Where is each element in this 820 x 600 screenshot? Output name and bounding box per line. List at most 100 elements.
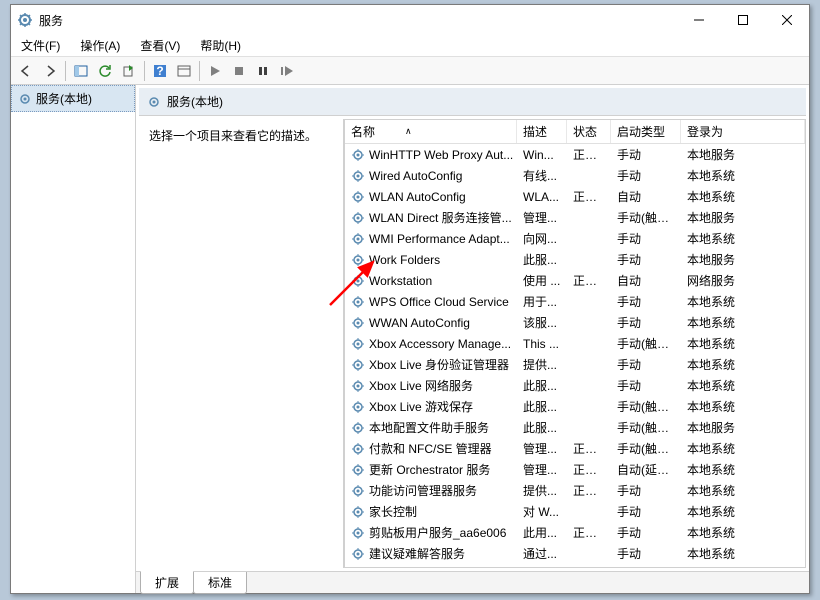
table-row[interactable]: 家长控制对 W...手动本地系统 <box>345 501 805 522</box>
app-icon <box>17 12 33 28</box>
gear-icon <box>351 421 365 435</box>
table-row[interactable]: WLAN AutoConfigWLA...正在...自动本地系统 <box>345 186 805 207</box>
table-row[interactable]: Wired AutoConfig有线...手动本地系统 <box>345 165 805 186</box>
table-row[interactable]: Xbox Live 网络服务此服...手动本地系统 <box>345 375 805 396</box>
service-name: Xbox Live 身份验证管理器 <box>369 356 509 373</box>
table-row[interactable]: 功能访问管理器服务提供...正在...手动本地系统 <box>345 480 805 501</box>
service-startup: 手动 <box>611 354 681 375</box>
toolbar: ? <box>11 57 809 85</box>
services-list: 名称∧ 描述 状态 启动类型 登录为 WinHTTP Web Proxy Aut… <box>344 119 806 568</box>
service-logon: 本地系统 <box>681 291 805 312</box>
menu-help[interactable]: 帮助(H) <box>196 35 245 56</box>
gear-icon <box>351 442 365 456</box>
service-startup: 手动 <box>611 375 681 396</box>
service-name: WPS Office Cloud Service <box>369 295 509 309</box>
menu-view[interactable]: 查看(V) <box>136 35 184 56</box>
col-logon[interactable]: 登录为 <box>681 120 805 143</box>
gear-icon <box>351 169 365 183</box>
titlebar[interactable]: 服务 <box>11 5 809 35</box>
table-row[interactable]: WinHTTP Web Proxy Aut...Win...正在...手动本地服… <box>345 144 805 165</box>
table-row[interactable]: Workstation使用 ...正在...自动网络服务 <box>345 270 805 291</box>
back-button[interactable] <box>15 60 37 82</box>
gear-icon <box>351 526 365 540</box>
restart-service-button[interactable] <box>276 60 298 82</box>
menu-file[interactable]: 文件(F) <box>17 35 64 56</box>
properties-button[interactable] <box>173 60 195 82</box>
service-startup: 自动 <box>611 270 681 291</box>
col-name[interactable]: 名称∧ <box>345 120 517 143</box>
col-startup[interactable]: 启动类型 <box>611 120 681 143</box>
services-window: 服务 文件(F) 操作(A) 查看(V) 帮助(H) ? 服务(本地 <box>10 4 810 594</box>
start-service-button[interactable] <box>204 60 226 82</box>
show-hide-tree-button[interactable] <box>70 60 92 82</box>
tree-pane: 服务(本地) <box>11 85 136 593</box>
table-row[interactable]: Work Folders此服...手动本地服务 <box>345 249 805 270</box>
service-logon: 本地系统 <box>681 165 805 186</box>
content-pane: 服务(本地) 选择一个项目来查看它的描述。 名称∧ 描述 状态 启动类型 登录为… <box>136 85 809 593</box>
service-startup: 手动(触发... <box>611 417 681 438</box>
table-row[interactable]: WPS Office Cloud Service用于...手动本地系统 <box>345 291 805 312</box>
col-desc[interactable]: 描述 <box>517 120 567 143</box>
table-row[interactable]: 剪贴板用户服务_aa6e006此用...正在...手动本地系统 <box>345 522 805 543</box>
table-row[interactable]: 建议疑难解答服务通过...手动本地系统 <box>345 543 805 564</box>
table-row[interactable]: Xbox Live 游戏保存此服...手动(触发...本地系统 <box>345 396 805 417</box>
service-desc: This ... <box>517 335 567 353</box>
table-row[interactable]: WLAN Direct 服务连接管...管理...手动(触发...本地服务 <box>345 207 805 228</box>
tabstrip: 扩展 标准 <box>136 571 809 593</box>
description-panel: 选择一个项目来查看它的描述。 <box>139 119 344 568</box>
pause-service-button[interactable] <box>252 60 274 82</box>
service-status <box>567 237 611 241</box>
table-row[interactable]: Xbox Accessory Manage...This ...手动(触发...… <box>345 333 805 354</box>
table-row[interactable]: WMI Performance Adapt...向网...手动本地系统 <box>345 228 805 249</box>
gear-icon <box>351 274 365 288</box>
service-status: 正在... <box>567 480 611 501</box>
gear-icon <box>351 148 365 162</box>
service-startup: 手动 <box>611 291 681 312</box>
tree-root-services[interactable]: 服务(本地) <box>11 85 135 112</box>
service-desc: Win... <box>517 146 567 164</box>
close-button[interactable] <box>765 5 809 35</box>
tab-standard[interactable]: 标准 <box>193 572 247 594</box>
refresh-button[interactable] <box>94 60 116 82</box>
table-row[interactable]: 本地配置文件助手服务此服...手动(触发...本地服务 <box>345 417 805 438</box>
table-row[interactable]: 付款和 NFC/SE 管理器管理...正在...手动(触发...本地系统 <box>345 438 805 459</box>
service-name: 建议疑难解答服务 <box>369 545 465 562</box>
service-status: 正在... <box>567 186 611 207</box>
service-desc: 通过... <box>517 543 567 564</box>
service-desc: 管理... <box>517 207 567 228</box>
service-status: 正在... <box>567 144 611 165</box>
service-status <box>567 321 611 325</box>
gear-icon <box>147 95 161 109</box>
service-desc: 此服... <box>517 375 567 396</box>
service-desc: 有线... <box>517 165 567 186</box>
table-row[interactable]: Xbox Live 身份验证管理器提供...手动本地系统 <box>345 354 805 375</box>
service-name: 更新 Orchestrator 服务 <box>369 461 490 478</box>
help-button[interactable]: ? <box>149 60 171 82</box>
minimize-button[interactable] <box>677 5 721 35</box>
service-name: 功能访问管理器服务 <box>369 482 477 499</box>
maximize-button[interactable] <box>721 5 765 35</box>
gear-icon <box>351 463 365 477</box>
service-startup: 手动(触发... <box>611 396 681 417</box>
menu-action[interactable]: 操作(A) <box>76 35 124 56</box>
gear-icon <box>351 190 365 204</box>
gear-icon <box>351 211 365 225</box>
forward-button[interactable] <box>39 60 61 82</box>
col-status[interactable]: 状态 <box>567 120 611 143</box>
service-status: 正在... <box>567 522 611 543</box>
service-logon: 本地服务 <box>681 207 805 228</box>
table-row[interactable]: 更新 Orchestrator 服务管理...正在...自动(延迟...本地系统 <box>345 459 805 480</box>
service-name: Workstation <box>369 274 432 288</box>
service-name: 本地配置文件助手服务 <box>369 419 489 436</box>
export-button[interactable] <box>118 60 140 82</box>
service-status <box>567 258 611 262</box>
stop-service-button[interactable] <box>228 60 250 82</box>
tab-extended[interactable]: 扩展 <box>140 571 194 594</box>
gear-icon <box>351 400 365 414</box>
service-desc: 对 W... <box>517 501 567 522</box>
service-desc: 管理... <box>517 438 567 459</box>
window-title: 服务 <box>39 12 677 29</box>
service-status <box>567 342 611 346</box>
table-row[interactable]: WWAN AutoConfig该服...手动本地系统 <box>345 312 805 333</box>
service-status <box>567 552 611 556</box>
